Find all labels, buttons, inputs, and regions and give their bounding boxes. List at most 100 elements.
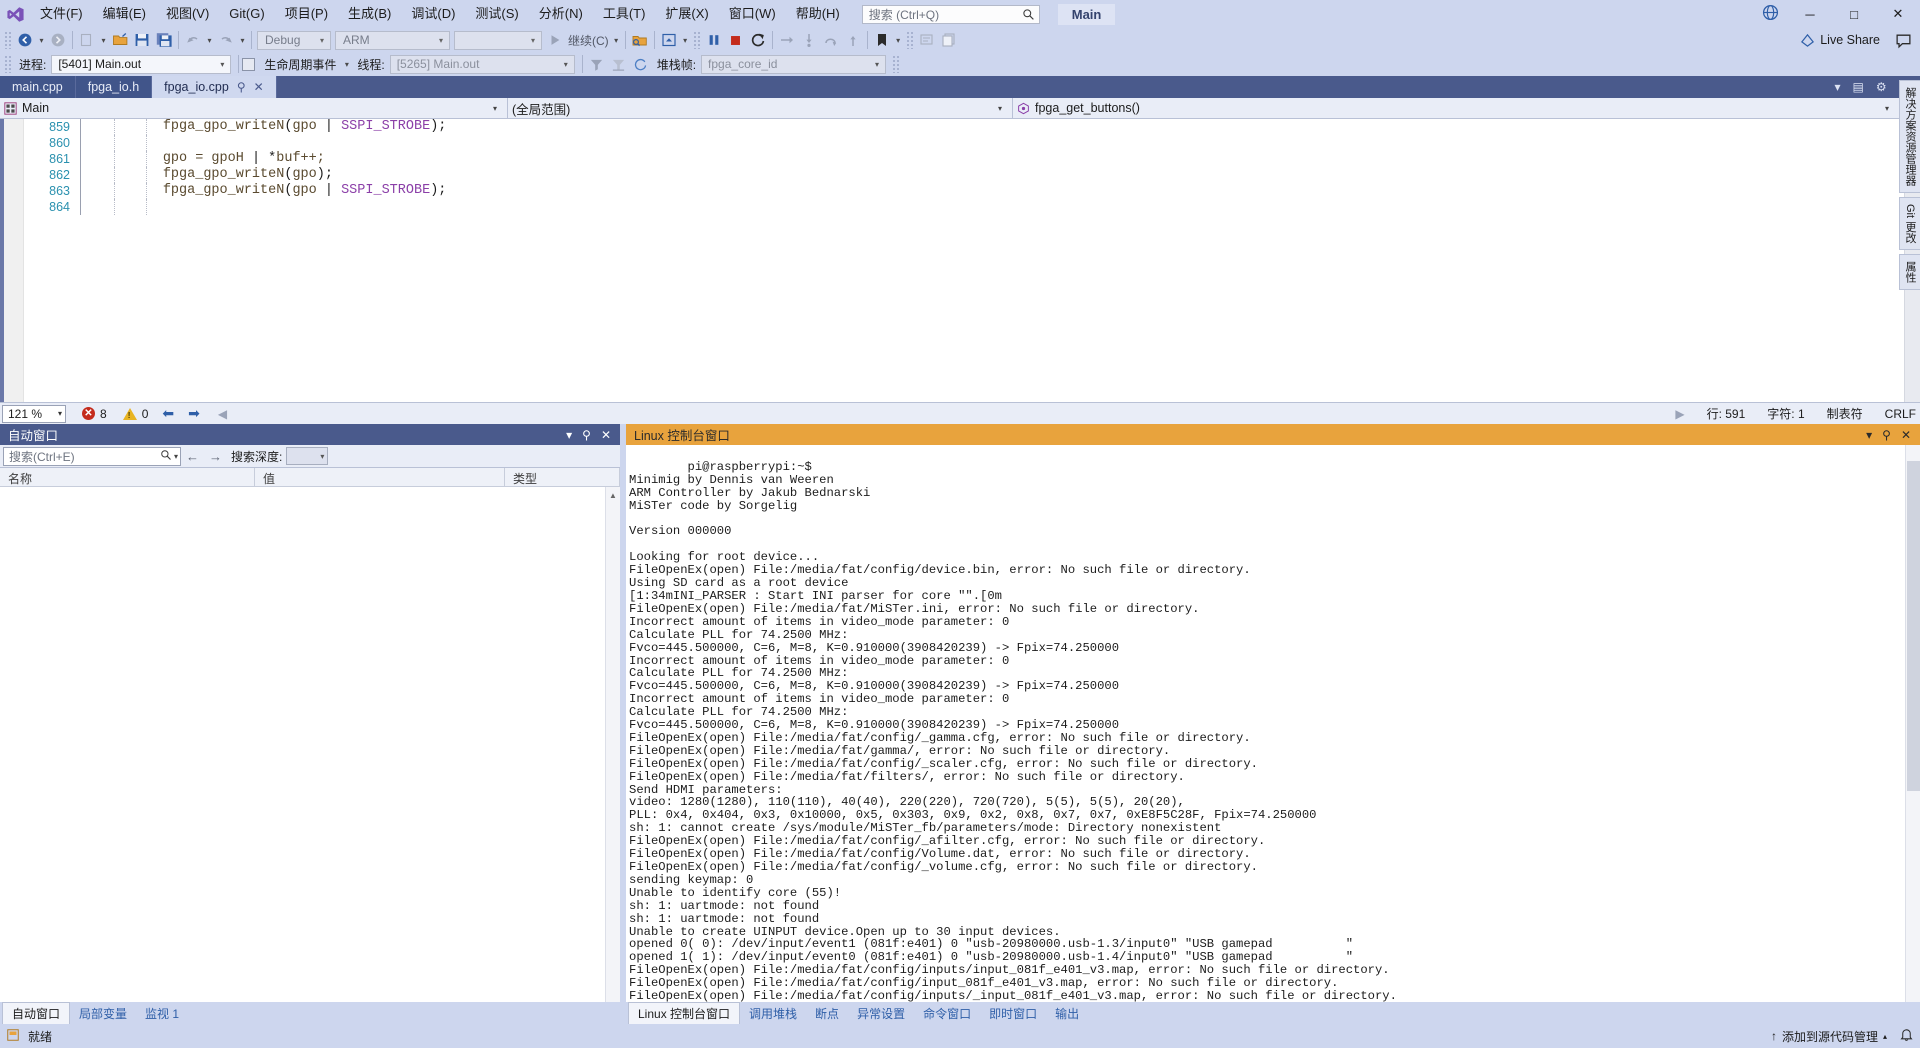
- fold-margin[interactable]: [80, 183, 98, 199]
- fold-margin[interactable]: [80, 167, 98, 183]
- menu-item-project[interactable]: 项目(P): [275, 0, 338, 28]
- redo-icon[interactable]: [215, 29, 237, 51]
- menu-item-debug[interactable]: 调试(D): [401, 0, 465, 28]
- bottom-tab-command-window[interactable]: 命令窗口: [914, 1002, 980, 1024]
- navbar-member-combo[interactable]: fpga_get_buttons() ▾: [1013, 98, 1900, 118]
- panel-menu-icon[interactable]: ▾: [1861, 428, 1877, 442]
- bottom-tab-exception-settings[interactable]: 异常设置: [848, 1002, 914, 1024]
- undo-dropdown-icon[interactable]: ▾: [204, 29, 215, 51]
- bookmark-dropdown-icon[interactable]: ▾: [893, 29, 904, 51]
- sync-frames-icon[interactable]: [630, 53, 652, 75]
- console-vertical-scrollbar[interactable]: ▲: [1905, 445, 1920, 1002]
- process-combo[interactable]: [5401] Main.out ▾: [51, 54, 232, 74]
- column-header-name[interactable]: 名称: [0, 468, 255, 486]
- tab-main-cpp[interactable]: main.cpp: [0, 76, 76, 98]
- lifecycle-events-label[interactable]: 生命周期事件: [259, 56, 341, 73]
- pin-icon[interactable]: ⚲: [237, 80, 246, 94]
- tab-fpga-io-cpp[interactable]: fpga_io.cpp ⚲ ✕: [152, 76, 277, 98]
- new-project-icon[interactable]: [76, 29, 98, 51]
- start-debug-icon[interactable]: [544, 29, 566, 51]
- arrow-right-icon[interactable]: ➡: [188, 405, 200, 422]
- warning-count-group[interactable]: 0: [122, 407, 148, 421]
- menu-item-analyze[interactable]: 分析(N): [529, 0, 593, 28]
- menu-item-view[interactable]: 视图(V): [156, 0, 219, 28]
- lifecycle-events-checkbox[interactable]: [242, 57, 256, 71]
- menu-item-window[interactable]: 窗口(W): [719, 0, 786, 28]
- bottom-tab-call-stack[interactable]: 调用堆栈: [740, 1002, 806, 1024]
- search-icon[interactable]: [160, 449, 172, 464]
- bottom-tab-locals[interactable]: 局部变量: [70, 1002, 136, 1024]
- tab-overflow-icon[interactable]: ▾: [1831, 80, 1845, 94]
- bottom-tab-autos[interactable]: 自动窗口: [2, 1002, 71, 1024]
- code-editor[interactable]: 859 fpga_gpo_writeN(gpo | SSPI_STROBE); 8…: [0, 119, 1920, 402]
- zoom-level-combo[interactable]: 121 % ▾: [2, 404, 66, 423]
- navbar-project-combo[interactable]: Main ▾: [0, 98, 508, 118]
- open-file-icon[interactable]: [109, 29, 131, 51]
- tab-settings-icon[interactable]: ⚙: [1872, 80, 1891, 94]
- comment-selection-icon[interactable]: [916, 29, 938, 51]
- menu-item-build[interactable]: 生成(B): [338, 0, 401, 28]
- navbar-scope-combo[interactable]: (全局范围) ▾: [508, 98, 1013, 118]
- debug-toolbar-grip-2[interactable]: [892, 55, 901, 73]
- tab-fpga-io-h[interactable]: fpga_io.h: [75, 76, 153, 98]
- toolbar-grip[interactable]: [4, 31, 12, 49]
- toggle-bookmark-icon[interactable]: [871, 29, 893, 51]
- rail-tab-properties[interactable]: 属性: [1899, 254, 1920, 291]
- minimize-button[interactable]: ─: [1788, 0, 1832, 28]
- code-line[interactable]: 861 gpo = gpoH | *buf++;: [24, 151, 1920, 167]
- debug-toolbar-grip[interactable]: [4, 55, 12, 73]
- code-line[interactable]: 863 fpga_gpo_writeN(gpo | SSPI_STROBE);: [24, 183, 1920, 199]
- column-header-value[interactable]: 值: [255, 468, 505, 486]
- rail-tab-git-changes[interactable]: Git 更改: [1899, 197, 1920, 251]
- step-into-icon[interactable]: [798, 29, 820, 51]
- search-depth-combo[interactable]: ▾: [286, 447, 329, 465]
- hot-reload-dropdown-icon[interactable]: ▾: [680, 29, 691, 51]
- fold-margin[interactable]: [80, 119, 98, 135]
- autos-search-input[interactable]: 搜索(Ctrl+E) ▾: [3, 446, 181, 466]
- global-search-input[interactable]: 搜索 (Ctrl+Q): [861, 4, 1040, 24]
- collapse-right-icon[interactable]: ▶: [1675, 407, 1684, 421]
- globe-icon[interactable]: [1752, 4, 1788, 25]
- code-line[interactable]: 859 fpga_gpo_writeN(gpo | SSPI_STROBE);: [24, 119, 1920, 135]
- save-icon[interactable]: [131, 29, 153, 51]
- chevron-down-icon[interactable]: ▾: [172, 452, 178, 461]
- bottom-tab-linux-console[interactable]: Linux 控制台窗口: [628, 1002, 741, 1024]
- menu-item-git[interactable]: Git(G): [219, 0, 274, 28]
- startup-target-combo[interactable]: ▾: [454, 30, 542, 50]
- break-all-icon[interactable]: [703, 29, 725, 51]
- navigate-back-dropdown-icon[interactable]: ▾: [36, 29, 47, 51]
- navigate-forward-icon[interactable]: [47, 29, 69, 51]
- lifecycle-dropdown-icon[interactable]: ▾: [341, 53, 352, 75]
- bottom-tab-watch1[interactable]: 监视 1: [136, 1002, 188, 1024]
- filter-clear-icon[interactable]: [608, 53, 630, 75]
- live-share-button[interactable]: Live Share: [1790, 33, 1890, 48]
- menu-item-extensions[interactable]: 扩展(X): [655, 0, 718, 28]
- show-next-statement-icon[interactable]: [776, 29, 798, 51]
- stop-debugging-icon[interactable]: [725, 29, 747, 51]
- filter-icon[interactable]: [586, 53, 608, 75]
- rail-tab-solution-explorer[interactable]: 解决方案资源管理器: [1899, 80, 1920, 193]
- redo-dropdown-icon[interactable]: ▾: [237, 29, 248, 51]
- tab-list-icon[interactable]: ▤: [1849, 80, 1868, 94]
- thread-combo[interactable]: [5265] Main.out ▾: [389, 54, 575, 74]
- undo-icon[interactable]: [182, 29, 204, 51]
- fold-margin[interactable]: [80, 151, 98, 167]
- search-prev-icon[interactable]: ←: [181, 449, 204, 464]
- menu-item-file[interactable]: 文件(F): [30, 0, 93, 28]
- uncomment-selection-icon[interactable]: [938, 29, 960, 51]
- close-icon[interactable]: ✕: [254, 80, 264, 94]
- panel-menu-icon[interactable]: ▾: [561, 428, 577, 442]
- column-header-type[interactable]: 类型: [505, 468, 620, 486]
- code-line[interactable]: 860: [24, 135, 1920, 151]
- restart-icon[interactable]: [747, 29, 769, 51]
- code-text-area[interactable]: 859 fpga_gpo_writeN(gpo | SSPI_STROBE); 8…: [24, 119, 1920, 402]
- linux-console-output[interactable]: pi@raspberrypi:~$ Minimig by Dennis van …: [626, 445, 1920, 1002]
- navigate-back-icon[interactable]: [14, 29, 36, 51]
- add-to-source-control-button[interactable]: ↑ 添加到源代码管理 ▴: [1771, 1028, 1887, 1045]
- solution-configuration-combo[interactable]: Debug ▾: [257, 30, 331, 50]
- autos-grid[interactable]: 名称 值 类型 ▲: [0, 468, 620, 1002]
- stackframe-combo[interactable]: fpga_core_id ▾: [701, 54, 887, 74]
- bell-icon[interactable]: [1899, 1027, 1914, 1045]
- new-project-dropdown-icon[interactable]: ▾: [98, 29, 109, 51]
- arrow-left-icon[interactable]: ⬅: [162, 405, 174, 422]
